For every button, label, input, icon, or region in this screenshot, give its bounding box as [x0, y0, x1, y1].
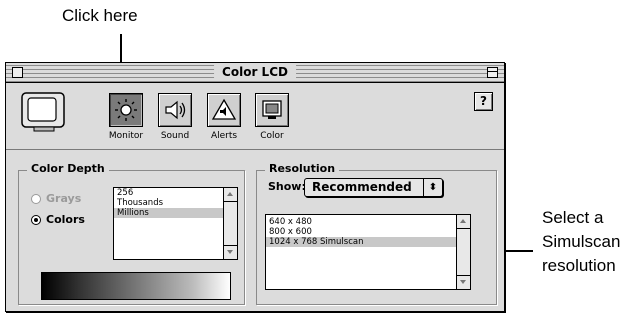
color-icon [255, 93, 289, 127]
show-label: Show: [268, 180, 306, 193]
title-bar[interactable]: Color LCD [6, 63, 504, 83]
callout-line-2: Simulscan [542, 232, 621, 251]
scroll-down-arrow-icon[interactable] [224, 245, 237, 259]
toolbar: Monitor Sound Alerts Color ? [6, 83, 504, 150]
window-title: Color LCD [214, 64, 296, 80]
click-here-callout: Click here [62, 6, 138, 25]
display-icon [20, 91, 70, 138]
color-depth-title: Color Depth [27, 162, 109, 175]
scroll-up-arrow-icon[interactable] [224, 188, 237, 202]
color-depth-scrollbar[interactable] [223, 188, 237, 259]
grays-radio-dot [31, 193, 41, 204]
close-box[interactable] [12, 67, 23, 78]
scroll-up-arrow-icon[interactable] [457, 215, 470, 229]
colors-radio[interactable]: Colors [31, 213, 85, 226]
resolution-title: Resolution [265, 162, 340, 175]
alert-triangle-icon [207, 93, 241, 127]
alerts-label: Alerts [210, 131, 238, 141]
colors-radio-dot [31, 214, 41, 225]
show-popup[interactable]: Recommended ⬍ [304, 178, 443, 197]
list-item[interactable]: 800 x 600 [266, 227, 456, 237]
grays-radio[interactable]: Grays [31, 192, 81, 205]
show-popup-value: Recommended [312, 180, 412, 194]
list-item[interactable]: 640 x 480 [266, 215, 456, 227]
colors-label: Colors [46, 213, 85, 226]
callout-line-1: Select a [542, 208, 604, 227]
speaker-icon [158, 93, 192, 127]
callout-line-3: resolution [542, 256, 616, 275]
list-item[interactable]: 256 [114, 188, 223, 198]
color-depth-list[interactable]: 256 Thousands Millions [113, 187, 238, 260]
sound-label: Sound [160, 131, 190, 141]
resolution-list[interactable]: 640 x 480 800 x 600 1024 x 768 Simulscan [265, 214, 471, 290]
toolbar-color[interactable]: Color [246, 93, 298, 141]
list-item[interactable]: 1024 x 768 Simulscan [266, 237, 456, 247]
resolution-scrollbar[interactable] [456, 215, 470, 289]
updown-arrows-icon: ⬍ [423, 179, 442, 196]
color-label: Color [260, 131, 284, 141]
toolbar-monitor[interactable]: Monitor [100, 93, 152, 141]
collapse-box[interactable] [487, 67, 498, 78]
toolbar-alerts[interactable]: Alerts [198, 93, 250, 141]
grays-label: Grays [46, 192, 82, 205]
list-item[interactable]: Millions [114, 208, 223, 218]
list-item[interactable]: Thousands [114, 198, 223, 208]
monitor-label: Monitor [108, 131, 144, 141]
help-button[interactable]: ? [474, 92, 493, 111]
scroll-down-arrow-icon[interactable] [457, 275, 470, 289]
gray-gradient-bar [41, 272, 231, 300]
monitor-icon [109, 93, 143, 127]
toolbar-sound[interactable]: Sound [149, 93, 201, 141]
simulscan-callout: Select a Simulscan resolution [542, 206, 620, 278]
